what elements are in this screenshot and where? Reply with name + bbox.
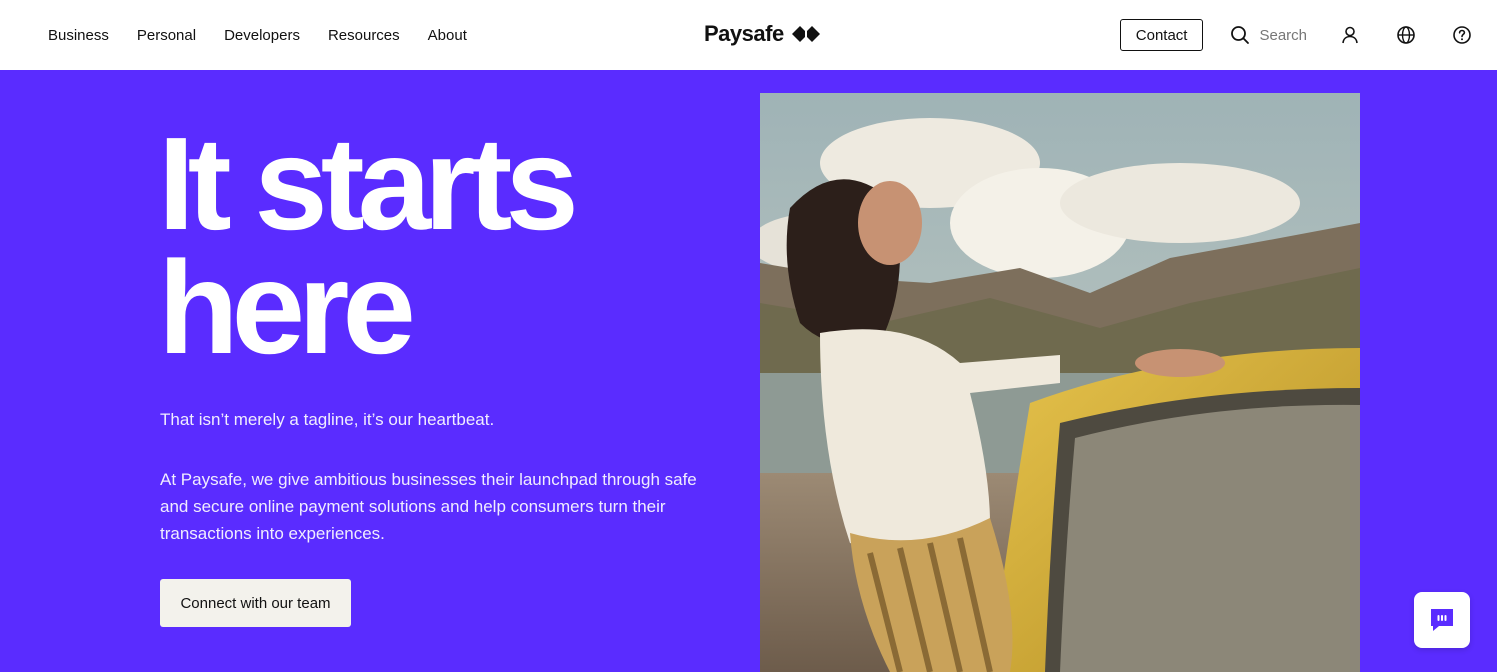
hero-description: At Paysafe, we give ambitious businesses…: [160, 470, 697, 543]
help-button[interactable]: [1451, 24, 1473, 46]
logo-mark-icon: [791, 26, 820, 42]
chat-launcher-button[interactable]: [1414, 592, 1470, 648]
nav-resources[interactable]: Resources: [328, 27, 400, 44]
site-header: Business Personal Developers Resources A…: [0, 0, 1497, 70]
nav-developers[interactable]: Developers: [224, 27, 300, 44]
hero-headline: It starts here: [158, 118, 718, 374]
hero-image: [760, 93, 1360, 672]
header-actions: Contact Search: [1119, 0, 1473, 70]
search-icon: [1231, 26, 1250, 44]
search-input[interactable]: Search: [1230, 25, 1307, 45]
globe-icon: [1397, 26, 1415, 44]
main-nav: Business Personal Developers Resources A…: [48, 0, 467, 70]
language-button[interactable]: [1395, 24, 1417, 46]
logo-text: Paysafe: [704, 21, 784, 46]
headline-line-2: here: [158, 234, 416, 381]
hero-photo-illustration: [760, 93, 1360, 672]
search-placeholder: Search: [1259, 26, 1307, 44]
account-button[interactable]: [1339, 24, 1361, 46]
nav-about[interactable]: About: [428, 27, 467, 44]
chat-icon: [1431, 609, 1453, 631]
hero-tagline: That isn’t merely a tagline, it’s our he…: [160, 410, 495, 429]
nav-personal[interactable]: Personal: [137, 27, 196, 44]
help-icon: [1453, 26, 1471, 44]
nav-business[interactable]: Business: [48, 27, 109, 44]
contact-button[interactable]: Contact: [1119, 19, 1204, 51]
connect-team-button[interactable]: Connect with our team: [160, 579, 351, 627]
paysafe-logo[interactable]: Paysafe: [704, 18, 820, 50]
user-icon: [1342, 26, 1358, 44]
